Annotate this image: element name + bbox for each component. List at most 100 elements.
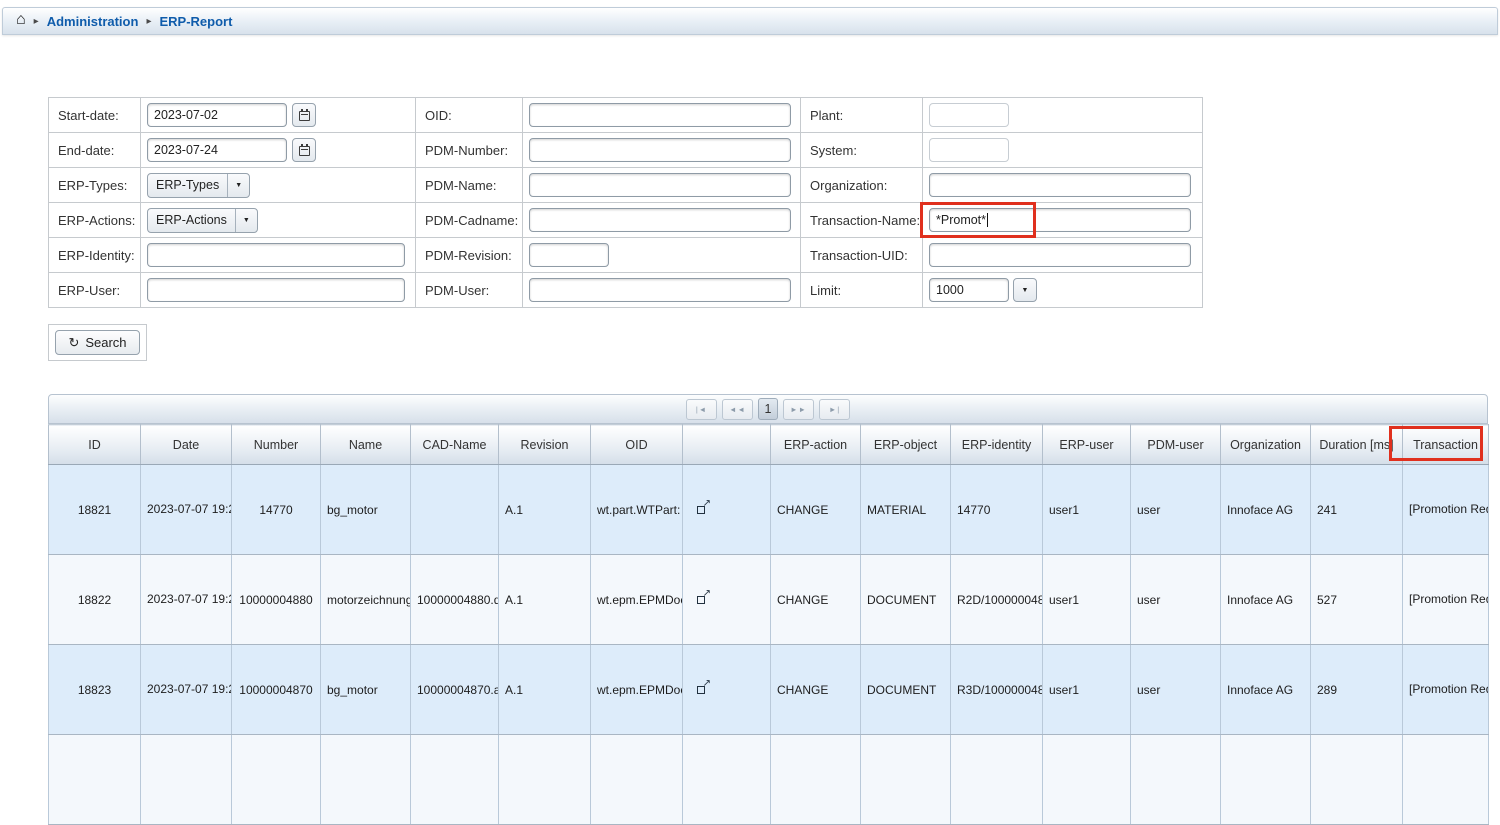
column-header-erp-identity[interactable]: ERP-identity [951,425,1043,465]
cell-organization: Innoface AG [1221,555,1311,645]
search-button[interactable]: ↻ Search [55,330,139,355]
results-table: ID Date Number Name CAD-Name Revision OI… [48,424,1489,825]
paginator-current-page[interactable]: 1 [758,398,778,420]
column-header-cad-name[interactable]: CAD-Name [411,425,499,465]
transaction-uid-input[interactable] [929,243,1191,267]
organization-label: Organization: [801,168,923,203]
cell-erp-object: MATERIAL [861,465,951,555]
paginator-next-button[interactable]: ►► [783,399,814,420]
cell-number: 10000004880 [232,555,321,645]
cell-erp-action: CHANGE [771,555,861,645]
cell-revision: A.1 [499,645,591,735]
cell-duration: 289 [1311,645,1403,735]
external-link-icon[interactable]: ↗ [697,502,709,514]
limit-dropdown-button[interactable]: ▼ [1013,278,1037,302]
start-date-calendar-button[interactable] [292,103,316,127]
erp-identity-input[interactable] [147,243,405,267]
limit-input[interactable] [929,278,1009,302]
cell-cad-name: 10000004880.drw [411,555,499,645]
plant-input[interactable] [929,103,1009,127]
external-link-icon[interactable]: ↗ [697,682,709,694]
cell-oid: wt.epm.EPMDocument: [591,645,683,735]
column-header-oid[interactable]: OID [591,425,683,465]
paginator-prev-button[interactable]: ◄◄ [722,399,753,420]
erp-types-dropdown[interactable]: ERP-Types ▼ [147,173,250,198]
pdm-cadname-label: PDM-Cadname: [416,203,523,238]
column-header-erp-user[interactable]: ERP-user [1043,425,1131,465]
erp-actions-label: ERP-Actions: [49,203,141,238]
cell-pdm-user: user [1131,645,1221,735]
cell-number: 14770 [232,465,321,555]
table-row: 18821 2023-07-07 19:23:13 14770 bg_motor… [49,465,1489,555]
results-panel: |◄ ◄◄ 1 ►► ►| ID Date Number Name CAD-Na… [48,394,1488,825]
external-link-icon[interactable]: ↗ [697,592,709,604]
column-header-erp-action[interactable]: ERP-action [771,425,861,465]
cell-oid: wt.epm.EPMDocument: [591,555,683,645]
paginator-first-button[interactable]: |◄ [686,399,717,420]
pdm-name-input[interactable] [529,173,791,197]
erp-actions-dropdown[interactable]: ERP-Actions ▼ [147,208,258,233]
organization-input[interactable] [929,173,1191,197]
column-header-id[interactable]: ID [49,425,141,465]
cell-erp-object: DOCUMENT [861,555,951,645]
chevron-down-icon: ▼ [1022,287,1029,294]
end-date-label: End-date: [49,133,141,168]
end-date-calendar-button[interactable] [292,138,316,162]
pdm-number-label: PDM-Number: [416,133,523,168]
end-date-input[interactable] [147,138,287,162]
start-date-input[interactable] [147,103,287,127]
cell-erp-user: user1 [1043,465,1131,555]
oid-input[interactable] [529,103,791,127]
cell-organization: Innoface AG [1221,645,1311,735]
calendar-icon [299,111,310,121]
cell-cad-name: 10000004870.asm [411,645,499,735]
calendar-icon [299,146,310,156]
cell-erp-action: CHANGE [771,465,861,555]
erp-types-label: ERP-Types: [49,168,141,203]
cell-erp-action: CHANGE [771,645,861,735]
erp-user-label: ERP-User: [49,273,141,308]
erp-actions-dropdown-value: ERP-Actions [148,213,235,227]
column-header-pdm-user[interactable]: PDM-user [1131,425,1221,465]
column-header-date[interactable]: Date [141,425,232,465]
column-header-number[interactable]: Number [232,425,321,465]
cell-link: ↗ [683,645,771,735]
breadcrumb-item-administration[interactable]: Administration [47,14,139,29]
column-header-revision[interactable]: Revision [499,425,591,465]
pdm-user-label: PDM-User: [416,273,523,308]
annotation-box-transaction-column [1389,426,1483,461]
breadcrumb-separator-icon: ▸ [34,16,39,27]
cell-revision: A.1 [499,555,591,645]
paginator: |◄ ◄◄ 1 ►► ►| [48,394,1488,424]
cell-id: 18822 [49,555,141,645]
cell-organization: Innoface AG [1221,465,1311,555]
cell-duration: 527 [1311,555,1403,645]
cell-oid: wt.part.WTPart: [591,465,683,555]
breadcrumb-item-erp-report[interactable]: ERP-Report [159,14,232,29]
cell-transaction: [Promotion Request:04461]: MAT for 3 obj… [1403,465,1489,555]
transaction-name-label: Transaction-Name: [801,203,923,238]
cell-date: 2023-07-07 19:23:15 [141,645,232,735]
pdm-user-input[interactable] [529,278,791,302]
cell-name: bg_motor [321,465,411,555]
cell-id: 18821 [49,465,141,555]
home-icon[interactable]: ⌂ [16,12,26,28]
annotation-box-transaction-name [920,202,1036,238]
column-header-name[interactable]: Name [321,425,411,465]
cell-pdm-user: user [1131,465,1221,555]
cell-pdm-user: user [1131,555,1221,645]
system-input[interactable] [929,138,1009,162]
cell-number: 10000004870 [232,645,321,735]
pdm-name-label: PDM-Name: [416,168,523,203]
refresh-icon: ↻ [68,336,79,349]
column-header-organization[interactable]: Organization [1221,425,1311,465]
pdm-revision-input[interactable] [529,243,609,267]
oid-label: OID: [416,98,523,133]
column-header-erp-object[interactable]: ERP-object [861,425,951,465]
erp-user-input[interactable] [147,278,405,302]
pdm-cadname-input[interactable] [529,208,791,232]
pdm-number-input[interactable] [529,138,791,162]
cell-link: ↗ [683,465,771,555]
table-row [49,735,1489,825]
paginator-last-button[interactable]: ►| [819,399,850,420]
